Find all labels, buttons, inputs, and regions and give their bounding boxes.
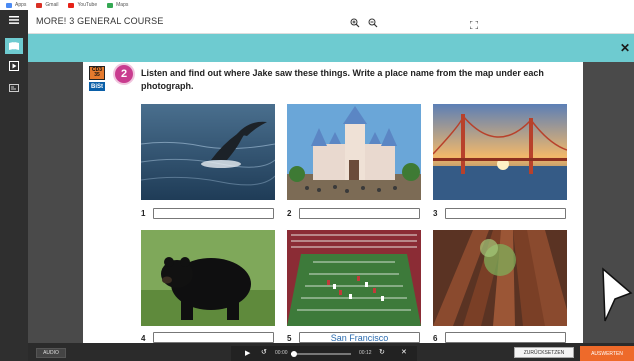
time-total: 00:12: [359, 350, 372, 356]
bookmarks-bar: Apps Gmail YouTube Maps: [0, 0, 634, 10]
exercise-number: 2: [115, 65, 133, 83]
close-icon[interactable]: ✕: [620, 41, 630, 55]
media-icon: [9, 61, 19, 71]
book-page: CD3 35 BiSt 2 Listen and find out where …: [83, 62, 583, 343]
answer-field-4[interactable]: [153, 332, 274, 343]
audio-button[interactable]: AUDIO: [36, 348, 66, 358]
zoom-out-button[interactable]: [368, 15, 378, 33]
book-title: MORE! 3 GENERAL COURSE: [36, 16, 164, 26]
answer-field-2[interactable]: [299, 208, 420, 219]
bookmark-apps[interactable]: Apps: [6, 2, 26, 8]
whale-tail-photo: [141, 104, 275, 200]
cd-badge-track: 35: [94, 72, 100, 78]
audio-player: ▶ ↺ 00:00 00:12 ↻ ✕: [231, 346, 417, 361]
hamburger-icon: [9, 16, 19, 24]
zoom-in-icon: [350, 18, 360, 28]
audio-timeline[interactable]: [291, 351, 351, 357]
castle-photo: [287, 104, 421, 200]
fullscreen-icon: [469, 20, 479, 30]
bookmark-gmail[interactable]: Gmail: [36, 2, 58, 8]
forward-icon[interactable]: ↻: [379, 348, 385, 356]
answer-number: 4: [141, 334, 146, 343]
mouse-cursor-icon: [601, 263, 633, 328]
replay-icon[interactable]: ↺: [261, 348, 267, 356]
answer-number: 6: [433, 334, 438, 343]
zoom-out-icon: [368, 18, 378, 28]
answer-field-5[interactable]: San Francisco: [299, 332, 420, 343]
answer-number: 1: [141, 209, 146, 218]
bookmark-label: Gmail: [45, 2, 59, 8]
time-current: 00:00: [275, 350, 288, 356]
reset-button[interactable]: ZURÜCKSETZEN: [514, 347, 574, 358]
bookmark-label: YouTube: [77, 2, 98, 8]
panel-icon: [9, 84, 19, 92]
bist-badge[interactable]: BiSt: [89, 82, 105, 91]
title-bar: MORE! 3 GENERAL COURSE: [28, 10, 634, 34]
zoom-in-button[interactable]: [350, 15, 360, 33]
bookmark-youtube[interactable]: YouTube: [68, 2, 97, 8]
football-stadium-photo: [287, 230, 421, 326]
golden-gate-bridge-photo: [433, 104, 567, 200]
answer-field-3[interactable]: [445, 208, 566, 219]
media-button[interactable]: [5, 58, 23, 74]
answer-field-6[interactable]: [445, 332, 566, 343]
bottom-bar: AUDIO ▶ ↺ 00:00 00:12 ↻ ✕ ZURÜCKSETZEN A…: [28, 343, 634, 361]
apps-icon: [6, 2, 12, 8]
fullscreen-button[interactable]: [469, 16, 479, 34]
close-player-icon[interactable]: ✕: [401, 348, 407, 356]
menu-button[interactable]: [5, 12, 23, 28]
left-rail: [0, 10, 28, 361]
bookmark-label: Apps: [15, 2, 27, 8]
book-icon: [9, 42, 19, 50]
bookmark-maps[interactable]: Maps: [107, 2, 128, 8]
answer-field-1[interactable]: [153, 208, 274, 219]
panel-button[interactable]: [5, 80, 23, 96]
maps-icon: [107, 2, 114, 8]
cd-badge[interactable]: CD3 35: [89, 66, 105, 80]
black-bear-photo: [141, 230, 275, 326]
timeline-knob[interactable]: [291, 351, 297, 357]
toolbar: ✕: [28, 34, 634, 62]
answer-number: 2: [287, 209, 292, 218]
evaluate-button[interactable]: AUSWERTEN: [580, 346, 634, 361]
exercise-badges: CD3 35 BiSt: [89, 66, 105, 91]
redwood-trees-photo: [433, 230, 567, 326]
youtube-icon: [68, 2, 75, 8]
exercise-instruction: Listen and find out where Jake saw these…: [141, 68, 544, 91]
answer-number: 3: [433, 209, 438, 218]
book-button[interactable]: [5, 38, 23, 54]
gmail-icon: [36, 2, 43, 8]
answer-number: 5: [287, 334, 292, 343]
play-icon[interactable]: ▶: [245, 349, 250, 357]
bookmark-label: Maps: [116, 2, 129, 8]
